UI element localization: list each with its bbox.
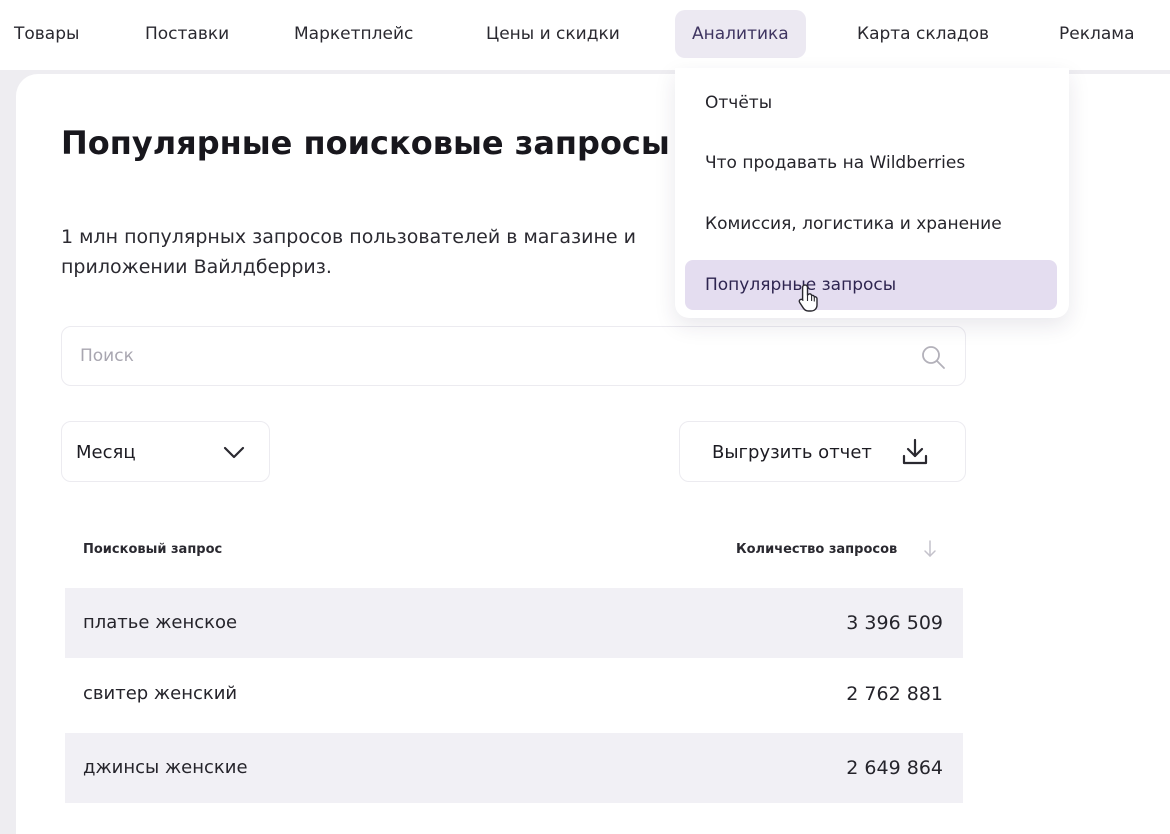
export-report-label: Выгрузить отчет bbox=[712, 442, 872, 463]
top-navigation: Товары Поставки Маркетплейс Цены и скидк… bbox=[0, 0, 1170, 70]
column-header-count[interactable]: Количество запросов bbox=[736, 542, 897, 557]
nav-item-products[interactable]: Товары bbox=[14, 10, 79, 58]
nav-item-warehouse-map[interactable]: Карта складов bbox=[857, 10, 989, 58]
export-report-button[interactable]: Выгрузить отчет bbox=[679, 421, 966, 482]
row-query: свитер женский bbox=[83, 683, 238, 704]
nav-item-supplies[interactable]: Поставки bbox=[145, 10, 229, 58]
nav-item-prices-discounts[interactable]: Цены и скидки bbox=[486, 10, 620, 58]
period-select[interactable]: Месяц bbox=[61, 421, 270, 482]
page-description: 1 млн популярных запросов пользователей … bbox=[61, 226, 637, 278]
page-title: Популярные поисковые запросы bbox=[61, 124, 670, 162]
analytics-dropdown-menu: Отчёты Что продавать на Wildberries Коми… bbox=[675, 68, 1069, 318]
row-count: 2 649 864 bbox=[846, 757, 943, 779]
nav-item-advertising[interactable]: Реклама bbox=[1059, 10, 1135, 58]
period-select-value: Месяц bbox=[76, 442, 136, 463]
row-query: платье женское bbox=[83, 612, 238, 633]
row-count: 2 762 881 bbox=[846, 683, 943, 705]
column-header-query: Поисковый запрос bbox=[83, 542, 223, 557]
row-count: 3 396 509 bbox=[846, 612, 943, 634]
table-row[interactable]: джинсы женские 2 649 864 bbox=[65, 733, 963, 803]
menu-item-popular-queries[interactable]: Популярные запросы bbox=[685, 260, 1057, 310]
table-row[interactable]: платье женское 3 396 509 bbox=[65, 588, 963, 658]
menu-item-reports[interactable]: Отчёты bbox=[685, 78, 1057, 128]
hand-cursor-icon bbox=[798, 284, 818, 312]
search-input[interactable] bbox=[80, 327, 900, 385]
chevron-down-icon bbox=[223, 446, 245, 459]
search-box bbox=[61, 326, 966, 386]
menu-item-what-to-sell[interactable]: Что продавать на Wildberries bbox=[685, 138, 1057, 188]
nav-item-analytics[interactable]: Аналитика bbox=[675, 10, 806, 58]
table-row[interactable]: свитер женский 2 762 881 bbox=[65, 659, 963, 729]
row-query: джинсы женские bbox=[83, 757, 248, 778]
search-icon[interactable] bbox=[920, 344, 946, 370]
arrow-down-icon[interactable] bbox=[923, 539, 937, 559]
download-icon bbox=[902, 438, 928, 465]
nav-item-marketplace[interactable]: Маркетплейс bbox=[294, 10, 413, 58]
menu-item-commission-logistics[interactable]: Комиссия, логистика и хранение bbox=[685, 199, 1057, 249]
